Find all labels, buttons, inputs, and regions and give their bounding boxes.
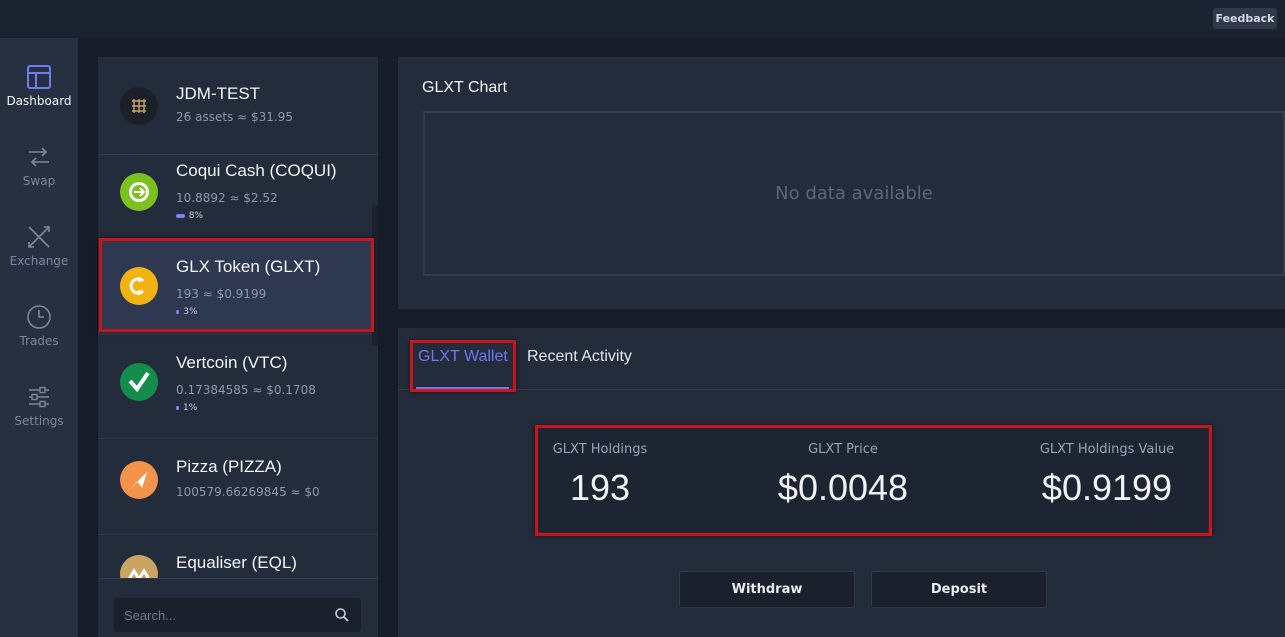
stat-price: GLXT Price $0.0048 bbox=[733, 428, 953, 509]
asset-list-scrollbar[interactable] bbox=[372, 205, 378, 345]
tab-recent-activity[interactable]: Recent Activity bbox=[527, 348, 632, 366]
sliders-icon bbox=[29, 386, 49, 408]
wallet-panel: GLXT Wallet Recent Activity GLXT Holding… bbox=[398, 328, 1285, 637]
nav-label: Swap bbox=[22, 174, 56, 188]
tab-glxt-wallet[interactable]: GLXT Wallet bbox=[418, 348, 508, 366]
search-area bbox=[98, 578, 378, 637]
asset-balance: 193 ≈ $0.9199 bbox=[176, 287, 267, 301]
side-nav: Dashboard Swap Exchange Trades Settings bbox=[0, 38, 78, 637]
nav-item-exchange[interactable]: Exchange bbox=[0, 198, 78, 268]
glxt-icon bbox=[120, 267, 158, 305]
asset-item-vertcoin[interactable]: Vertcoin (VTC) 0.17384585 ≈ $0.1708 1% bbox=[98, 335, 378, 439]
tab-active-indicator bbox=[416, 387, 509, 389]
asset-name: Equaliser (EQL) bbox=[176, 553, 297, 572]
asset-item-pizza[interactable]: Pizza (PIZZA) 100579.66269845 ≈ $0 bbox=[98, 439, 378, 535]
wallet-header[interactable]: JDM-TEST 26 assets ≈ $31.95 bbox=[98, 57, 378, 155]
withdraw-button[interactable]: Withdraw bbox=[679, 571, 855, 608]
asset-name: Pizza (PIZZA) bbox=[176, 457, 282, 476]
chart-panel: GLXT Chart No data available bbox=[398, 57, 1285, 309]
feedback-button[interactable]: Feedback bbox=[1213, 8, 1277, 29]
nav-item-trades[interactable]: Trades bbox=[0, 278, 78, 348]
search-input[interactable] bbox=[114, 598, 361, 632]
nav-item-swap[interactable]: Swap bbox=[0, 118, 78, 188]
nav-label: Trades bbox=[19, 334, 59, 348]
swap-icon bbox=[29, 147, 49, 167]
asset-balance: 10.8892 ≈ $2.52 bbox=[176, 191, 278, 205]
exchange-icon bbox=[28, 226, 50, 248]
nav-label: Settings bbox=[14, 414, 64, 428]
pct-bar bbox=[176, 214, 185, 218]
vertcoin-icon bbox=[120, 363, 158, 401]
coqui-icon bbox=[120, 173, 158, 211]
stat-value: $0.0048 bbox=[777, 467, 909, 508]
top-bar: Feedback bbox=[0, 0, 1285, 38]
holdings-summary: GLXT Holdings 193 GLXT Price $0.0048 GLX… bbox=[538, 428, 1208, 532]
stat-label: GLXT Holdings bbox=[552, 442, 648, 457]
asset-portfolio-share: 1% bbox=[176, 403, 197, 413]
stat-holdings-value: GLXT Holdings Value $0.9199 bbox=[997, 428, 1217, 509]
asset-item-coqui[interactable]: Coqui Cash (COQUI) 10.8892 ≈ $2.52 8% bbox=[98, 155, 378, 239]
stat-value: 193 bbox=[569, 467, 631, 508]
asset-list: JDM-TEST 26 assets ≈ $31.95 Coqui Cash (… bbox=[98, 57, 378, 637]
asset-balance: 100579.66269845 ≈ $0 bbox=[176, 485, 320, 499]
chart-title: GLXT Chart bbox=[422, 79, 508, 96]
asset-item-glxt[interactable]: GLX Token (GLXT) 193 ≈ $0.9199 3% bbox=[98, 239, 378, 335]
chart-empty-text: No data available bbox=[775, 183, 933, 204]
asset-name: Coqui Cash (COQUI) bbox=[176, 161, 337, 180]
tabs-divider bbox=[398, 389, 1285, 390]
dashboard-icon bbox=[27, 65, 51, 89]
chart-area: No data available bbox=[423, 111, 1285, 276]
nav-item-settings[interactable]: Settings bbox=[0, 358, 78, 428]
stat-value: $0.9199 bbox=[1041, 467, 1173, 508]
pizza-icon bbox=[120, 461, 158, 499]
pct-bar bbox=[176, 310, 180, 314]
asset-portfolio-share: 8% bbox=[176, 211, 203, 221]
pct-label: 8% bbox=[188, 211, 204, 221]
deposit-button[interactable]: Deposit bbox=[871, 571, 1047, 608]
asset-name: GLX Token (GLXT) bbox=[176, 257, 321, 276]
wallet-avatar-icon bbox=[120, 87, 158, 125]
nav-label: Dashboard bbox=[6, 94, 72, 108]
asset-portfolio-share: 3% bbox=[176, 307, 198, 317]
wallet-summary: 26 assets ≈ $31.95 bbox=[176, 110, 293, 124]
stat-holdings: GLXT Holdings 193 bbox=[490, 428, 710, 509]
pct-label: 1% bbox=[183, 403, 198, 413]
stat-label: GLXT Price bbox=[808, 442, 878, 457]
search-icon[interactable] bbox=[334, 607, 350, 623]
wallet-name: JDM-TEST bbox=[176, 84, 261, 103]
stat-label: GLXT Holdings Value bbox=[1039, 442, 1175, 457]
nav-label: Exchange bbox=[9, 254, 69, 268]
pct-bar bbox=[176, 406, 179, 410]
clock-icon bbox=[27, 305, 51, 329]
pct-label: 3% bbox=[183, 307, 198, 317]
nav-item-dashboard[interactable]: Dashboard bbox=[0, 38, 78, 108]
asset-balance: 0.17384585 ≈ $0.1708 bbox=[176, 383, 316, 397]
asset-name: Vertcoin (VTC) bbox=[176, 353, 288, 372]
